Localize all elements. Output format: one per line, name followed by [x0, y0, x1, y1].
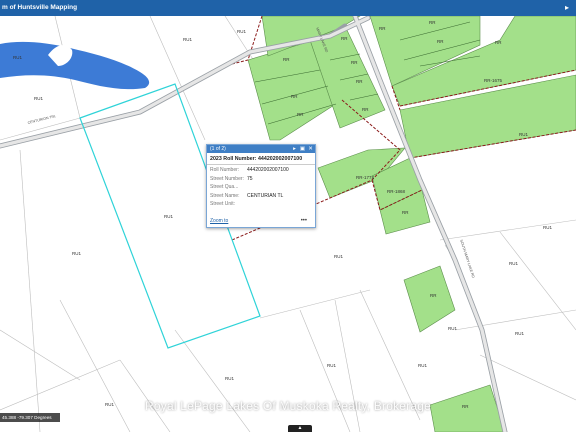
field-key: Roll Number:: [210, 167, 240, 173]
next-feature-icon[interactable]: ▸: [291, 145, 298, 153]
label-rr: RR: [283, 57, 290, 62]
label-ru1: RU1: [34, 96, 43, 101]
watermark: Royal LePage Lakes Of Muskoka Realty, Br…: [145, 399, 431, 413]
chevron-up-icon[interactable]: ▲: [288, 425, 312, 432]
label-rr: RR: [429, 20, 436, 25]
popup-field-row: Roll Number: 444202002007100: [207, 165, 315, 174]
field-key: Street Unit:: [210, 201, 236, 207]
chevron-right-icon[interactable]: ▸: [562, 3, 572, 13]
popup-title: 2023 Roll Number: 444202002007100: [207, 153, 315, 165]
app-title: m of Huntsville Mapping: [2, 4, 78, 11]
field-key: Street Number:: [210, 175, 244, 182]
label-rr: RR: [351, 60, 358, 65]
label-ru1: RU1: [164, 214, 173, 219]
popup-field-row: Street Number: 75: [207, 174, 315, 183]
label-ru1: RU1: [519, 132, 528, 137]
label-rr-1868: RR-1868: [387, 189, 406, 194]
label-ru1: RU1: [515, 331, 524, 336]
field-key: Street Qua...: [210, 184, 239, 190]
label-rr: RR: [437, 39, 444, 44]
field-value: CENTURIAN TL: [247, 192, 284, 199]
more-options-icon[interactable]: •••: [301, 218, 307, 224]
label-ru1: RU1: [509, 261, 518, 266]
label-ru1: RU1: [72, 251, 81, 256]
label-ru1: RU1: [327, 363, 336, 368]
label-rr: RR: [362, 107, 369, 112]
label-rr: RR: [291, 94, 298, 99]
label-rr-1774: RR-1774: [356, 175, 375, 180]
label-rr: RR: [495, 40, 502, 45]
label-rr: RR: [430, 293, 437, 298]
label-rr: RR: [341, 36, 348, 41]
field-value: 444202002007100: [247, 167, 289, 173]
close-icon[interactable]: ✕: [307, 145, 314, 153]
popup-field-row: Street Unit:: [207, 199, 315, 208]
field-key: Street Name:: [210, 192, 240, 199]
label-ru1: RU1: [13, 55, 22, 60]
label-rr: RR: [297, 112, 304, 117]
popup-header: (1 of 2) ▸ ▣ ✕: [207, 145, 315, 153]
popup-field-row: Street Name: CENTURIAN TL: [207, 191, 315, 200]
popup-count: (1 of 2): [210, 146, 226, 152]
dock-icon[interactable]: ▣: [299, 145, 306, 153]
coordinate-readout: 45.388 -79.307 Degrees: [0, 413, 60, 422]
label-ru1: RU1: [418, 363, 427, 368]
label-rr: RR: [356, 79, 363, 84]
field-value: 75: [247, 175, 253, 182]
label-ru1: RU1: [543, 225, 552, 230]
label-ru1: RU1: [334, 254, 343, 259]
label-ru1: RU1: [448, 326, 457, 331]
label-rr-1675: RR-1675: [484, 78, 503, 83]
feature-popup: (1 of 2) ▸ ▣ ✕ 2023 Roll Number: 4442020…: [206, 144, 316, 228]
label-ru1: RU1: [225, 376, 234, 381]
label-rr: RR: [379, 26, 386, 31]
label-rr: RR: [402, 210, 409, 215]
label-ru1: RU1: [183, 37, 192, 42]
label-ru1: RU1: [237, 29, 246, 34]
zoom-to-link[interactable]: Zoom to: [210, 218, 228, 224]
app-titlebar: m of Huntsville Mapping ▸: [0, 0, 576, 16]
popup-field-row: Street Qua...: [207, 182, 315, 191]
